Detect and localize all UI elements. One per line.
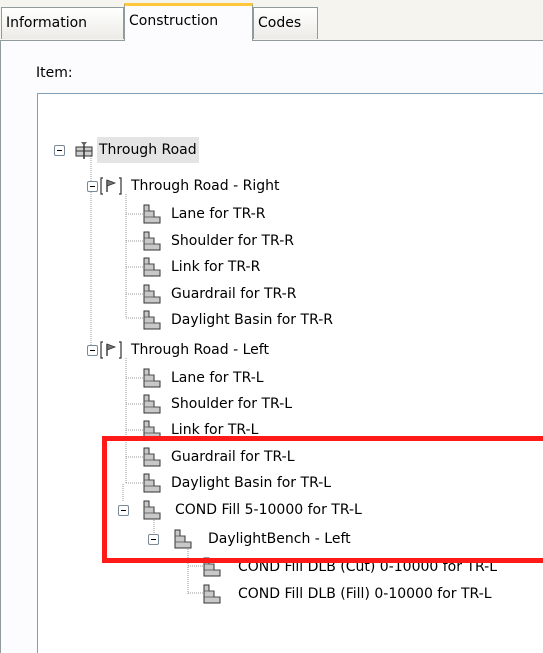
tree-node-label: Shoulder for TR-R — [171, 233, 294, 249]
tree-node-label: Guardrail for TR-R — [171, 286, 297, 302]
baseline-flag-icon — [100, 341, 122, 359]
tab-information[interactable]: Information — [1, 7, 124, 39]
properties-dialog: Information Construction Codes Item: Thr… — [0, 0, 543, 653]
subassembly-icon — [143, 284, 161, 304]
baseline-flag-icon — [100, 177, 122, 195]
subassembly-icon — [143, 368, 161, 388]
assembly-icon — [75, 142, 93, 159]
tree-node-label: COND Fill DLB (Fill) 0-10000 for TR-L — [238, 586, 492, 602]
tab-construction[interactable]: Construction — [124, 3, 253, 41]
highlight-box — [102, 436, 543, 563]
tree-node-label: Through Road - Left — [131, 342, 269, 358]
tree-node-label: Daylight Basin for TR-R — [171, 312, 334, 328]
tab-strip: Information Construction Codes — [0, 0, 543, 41]
tree-node-label: Shoulder for TR-L — [171, 396, 293, 412]
subassembly-icon — [143, 204, 161, 224]
subassembly-icon — [143, 231, 161, 251]
item-tree[interactable]: Through Road Through Road - Right Lane f… — [37, 93, 543, 653]
tree-node-label: Lane for TR-L — [171, 370, 264, 386]
collapse-icon[interactable] — [87, 181, 98, 192]
tree-node-label: Through Road — [97, 137, 199, 163]
subassembly-icon — [203, 584, 221, 604]
tree-node-label: Lane for TR-R — [171, 206, 266, 222]
collapse-icon[interactable] — [54, 145, 65, 156]
tree-node-label: Through Road - Right — [131, 178, 280, 194]
tab-codes[interactable]: Codes — [253, 7, 318, 39]
collapse-icon[interactable] — [87, 345, 98, 356]
subassembly-icon — [143, 394, 161, 414]
subassembly-icon — [143, 257, 161, 277]
item-label: Item: — [36, 65, 73, 81]
subassembly-icon — [143, 310, 161, 330]
tree-node-label: Link for TR-R — [171, 259, 261, 275]
